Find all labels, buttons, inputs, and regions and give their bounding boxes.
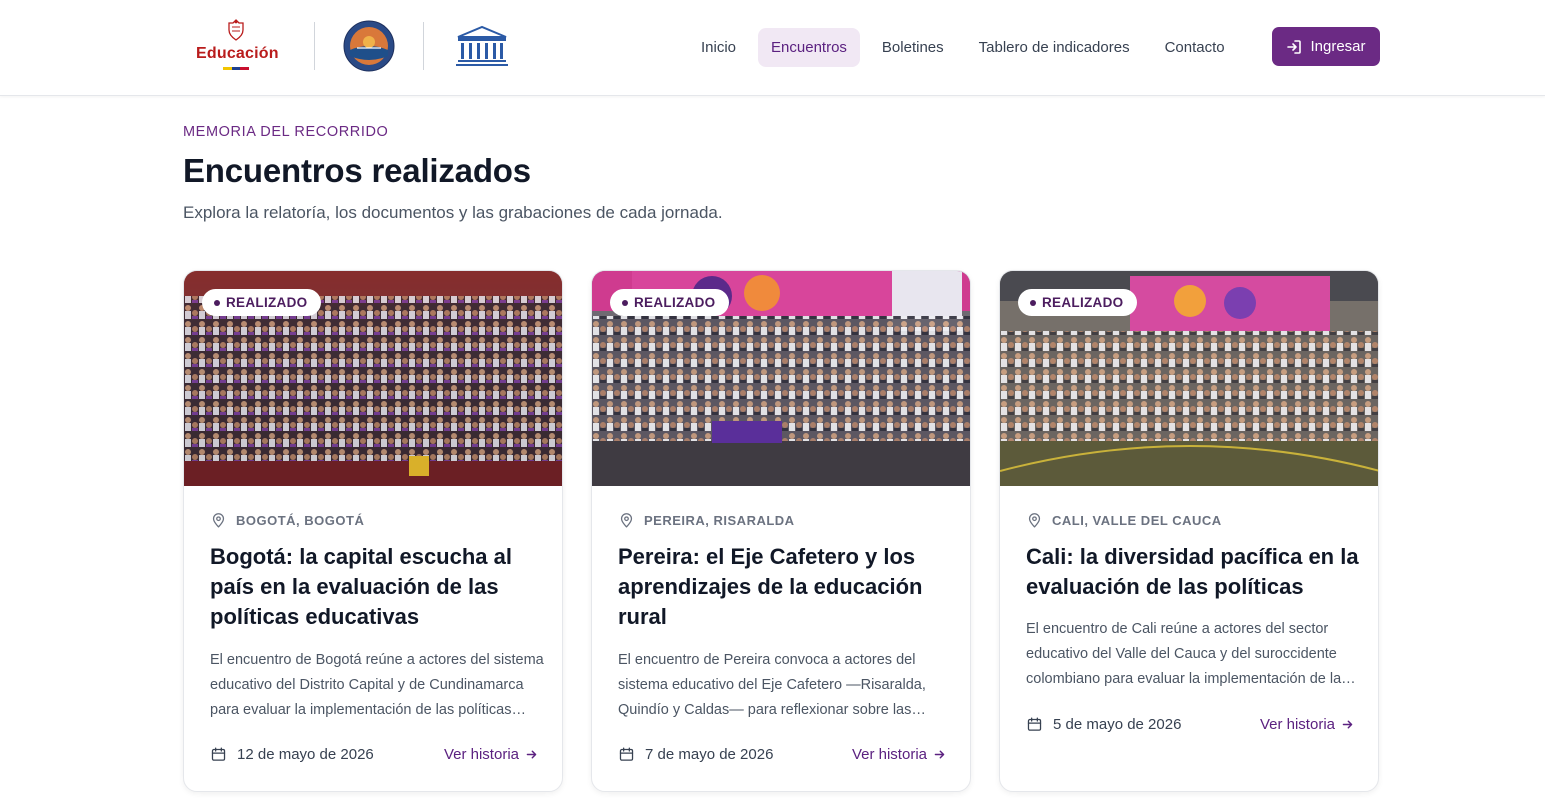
location-label: BOGOTÁ, BOGOTÁ — [236, 513, 365, 528]
status-dot-icon — [622, 299, 628, 306]
ver-historia-link[interactable]: Ver historia — [1260, 716, 1354, 733]
status-badge: REALIZADO — [1018, 289, 1138, 316]
location-label: CALI, VALLE DEL CAUCA — [1052, 513, 1222, 528]
ver-historia-link[interactable]: Ver historia — [852, 746, 946, 763]
arrow-right-icon — [1342, 720, 1353, 728]
section-eyebrow: MEMORIA DEL RECORRIDO — [183, 124, 389, 140]
date-label: 7 de mayo de 2026 — [645, 745, 774, 763]
card-title[interactable]: Pereira: el Eje Cafetero y los aprendiza… — [618, 542, 953, 632]
login-button-label: Ingresar — [1310, 38, 1366, 55]
card-footer: 5 de mayo de 2026 Ver historia — [1026, 713, 1354, 735]
map-pin-icon — [620, 513, 633, 528]
nav-item-tablero-indicadores[interactable]: Tablero de indicadores — [966, 28, 1143, 67]
status-badge-label: REALIZADO — [1042, 295, 1124, 310]
partner-logos: Educación — [196, 16, 510, 76]
universidad-magdalena-logo[interactable] — [343, 20, 395, 72]
card-title[interactable]: Bogotá: la capital escucha al país en la… — [210, 542, 545, 632]
location-label: PEREIRA, RISARALDA — [644, 513, 795, 528]
encuentro-card-cali[interactable]: REALIZADO CALI, VALLE DEL CAUCA Cali: la… — [999, 270, 1379, 792]
calendar-icon — [1027, 716, 1042, 731]
nav-item-contacto[interactable]: Contacto — [1152, 28, 1238, 67]
date-label: 5 de mayo de 2026 — [1053, 715, 1182, 733]
main-nav: Inicio Encuentros Boletines Tablero de i… — [688, 27, 1247, 67]
status-dot-icon — [214, 299, 220, 306]
status-badge-label: REALIZADO — [226, 295, 308, 310]
logo-divider — [314, 22, 315, 70]
education-logo-text: Educación — [196, 45, 279, 62]
card-description: El encuentro de Bogotá reúne a actores d… — [210, 652, 544, 718]
encuentro-card-bogota[interactable]: REALIZADO BOGOTÁ, BOGOTÁ Bogotá: la capi… — [183, 270, 563, 792]
encuentro-card-pereira[interactable]: REALIZADO PEREIRA, RISARALDA Pereira: el… — [591, 270, 971, 792]
arrow-right-icon — [526, 750, 537, 758]
status-badge-label: REALIZADO — [634, 295, 716, 310]
colombia-flag-stripe — [223, 67, 250, 70]
event-date: 7 de mayo de 2026 — [618, 746, 773, 763]
event-date: 5 de mayo de 2026 — [1026, 716, 1181, 733]
unesco-logo[interactable] — [454, 25, 510, 67]
link-label: Ver historia — [851, 745, 927, 763]
calendar-icon — [619, 746, 634, 761]
login-icon — [1287, 39, 1302, 54]
site-header: Educación Inicio Encuentros Boletines Ta… — [0, 0, 1545, 96]
arrow-right-icon — [934, 750, 945, 758]
date-label: 12 de mayo de 2026 — [237, 745, 374, 763]
map-pin-icon — [1028, 513, 1041, 528]
login-button[interactable]: Ingresar — [1272, 27, 1380, 66]
status-badge: REALIZADO — [610, 289, 730, 316]
nav-item-inicio[interactable]: Inicio — [688, 28, 749, 67]
card-description: El encuentro de Cali reúne a actores del… — [1026, 621, 1349, 687]
ministerio-educacion-logo[interactable]: Educación — [196, 16, 279, 76]
page-title: Encuentros realizados — [183, 152, 531, 189]
map-pin-icon — [212, 513, 225, 528]
card-title[interactable]: Cali: la diversidad pacífica en la evalu… — [1026, 542, 1361, 602]
link-label: Ver historia — [443, 745, 519, 763]
event-date: 12 de mayo de 2026 — [210, 746, 374, 763]
calendar-icon — [211, 746, 226, 761]
status-badge: REALIZADO — [202, 289, 322, 316]
nav-item-boletines[interactable]: Boletines — [869, 28, 957, 67]
coat-of-arms-icon — [228, 19, 244, 41]
logo-divider — [423, 22, 424, 70]
event-location: PEREIRA, RISARALDA — [618, 512, 795, 529]
nav-item-encuentros[interactable]: Encuentros — [758, 27, 860, 67]
status-dot-icon — [1030, 299, 1036, 306]
ver-historia-link[interactable]: Ver historia — [444, 746, 538, 763]
card-description: El encuentro de Pereira convoca a actore… — [618, 652, 926, 718]
link-label: Ver historia — [1259, 715, 1335, 733]
event-location: BOGOTÁ, BOGOTÁ — [210, 512, 364, 529]
card-footer: 7 de mayo de 2026 Ver historia — [618, 743, 946, 765]
page-subtitle: Explora la relatoría, los documentos y l… — [183, 203, 723, 222]
card-footer: 12 de mayo de 2026 Ver historia — [210, 743, 538, 765]
event-location: CALI, VALLE DEL CAUCA — [1026, 512, 1222, 529]
